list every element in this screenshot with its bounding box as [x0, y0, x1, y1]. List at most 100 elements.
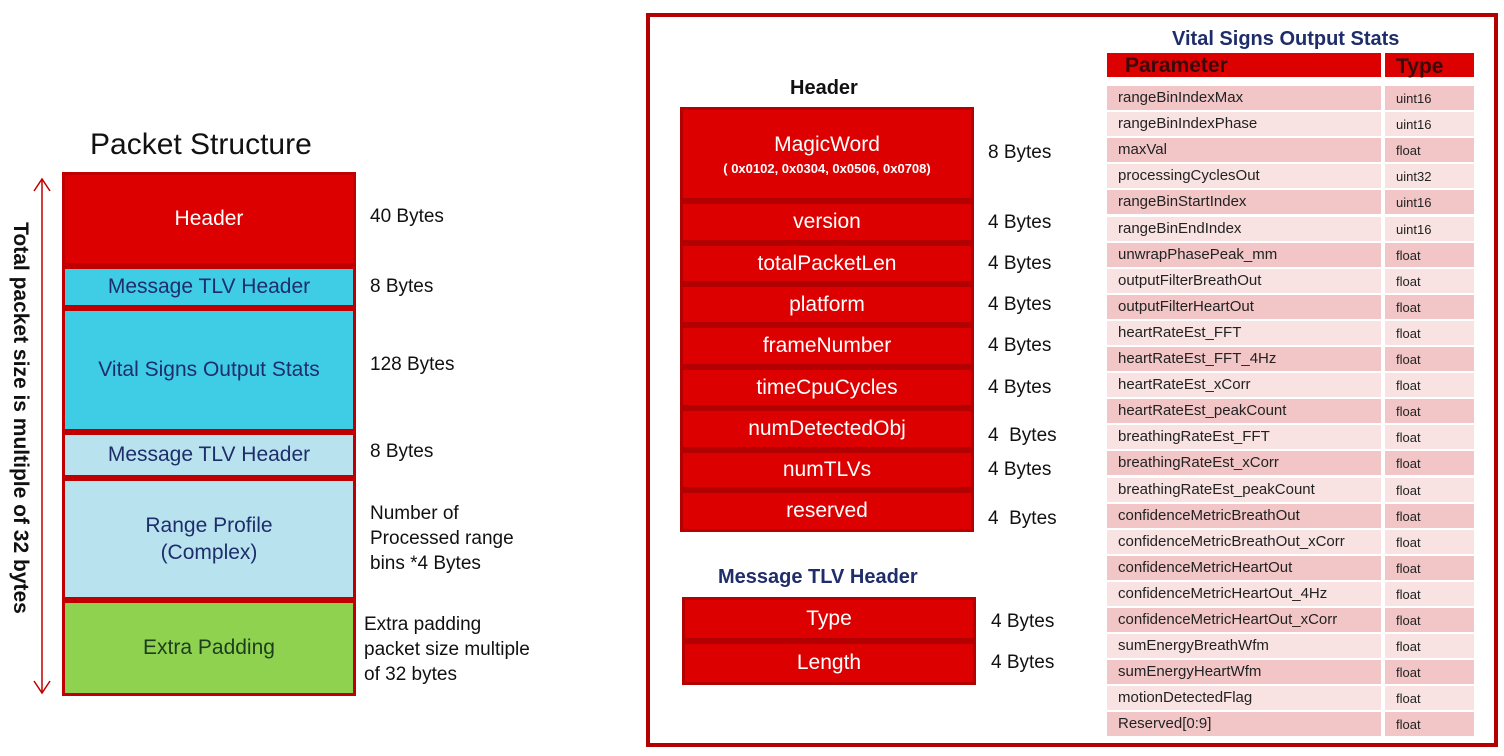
table-cell-parameter: breathingRateEst_FFT — [1107, 425, 1381, 449]
table-cell-parameter: motionDetectedFlag — [1107, 686, 1381, 710]
header-title: Header — [790, 77, 858, 99]
table-cell-type: float — [1385, 451, 1474, 475]
table-cell-type: uint32 — [1385, 164, 1474, 188]
stats-table-title: Vital Signs Output Stats — [1172, 28, 1400, 50]
block-label: Message TLV Header — [107, 275, 311, 298]
field-totalpacketlen: totalPacketLen — [680, 243, 974, 284]
field-reserved: reserved — [680, 490, 974, 532]
field-numdetectedobj: numDetectedObj — [680, 408, 974, 450]
field-sub-label: ( 0x0102, 0x0304, 0x0506, 0x0708) — [723, 160, 931, 176]
table-cell-parameter: sumEnergyHeartWfm — [1107, 660, 1381, 684]
table-cell-parameter: maxVal — [1107, 138, 1381, 162]
size-line: Extra padding — [364, 614, 482, 635]
field-magicword: MagicWord ( 0x0102, 0x0304, 0x0506, 0x07… — [680, 107, 974, 201]
table-cell-type: float — [1385, 425, 1474, 449]
field-size: 4 Bytes — [988, 253, 1052, 274]
table-cell-parameter: rangeBinIndexPhase — [1107, 112, 1381, 136]
table-cell-parameter: confidenceMetricHeartOut_4Hz — [1107, 582, 1381, 606]
table-cell-type: float — [1385, 712, 1474, 736]
table-cell-type: uint16 — [1385, 112, 1474, 136]
block-range-profile: Range Profile (Complex) — [62, 478, 356, 600]
field-size: 4 Bytes — [991, 611, 1055, 632]
field-size: 4 Bytes — [988, 377, 1052, 398]
tlv-header-title: Message TLV Header — [718, 566, 918, 588]
block-label: Extra Padding — [143, 636, 275, 659]
column-header-type: Type — [1385, 53, 1474, 78]
table-cell-parameter: heartRateEst_xCorr — [1107, 373, 1381, 397]
block-size: 128 Bytes — [370, 354, 455, 375]
table-cell-type: float — [1385, 556, 1474, 580]
size-line: packet size multiple — [364, 639, 530, 660]
field-label: Length — [796, 651, 862, 674]
field-label: totalPacketLen — [757, 251, 897, 275]
packet-structure-title: Packet Structure — [90, 128, 312, 161]
table-cell-parameter: rangeBinEndIndex — [1107, 217, 1381, 241]
size-double-arrow — [33, 177, 51, 695]
table-cell-type: float — [1385, 321, 1474, 345]
field-label: numTLVs — [782, 458, 872, 481]
block-size: 8 Bytes — [370, 441, 434, 462]
field-size: 4 Bytes — [991, 652, 1055, 673]
table-cell-type: float — [1385, 686, 1474, 710]
field-framenumber: frameNumber — [680, 325, 974, 367]
block-label: (Complex) — [160, 541, 258, 564]
table-cell-parameter: confidenceMetricHeartOut_xCorr — [1107, 608, 1381, 632]
table-cell-type: float — [1385, 660, 1474, 684]
field-label: numDetectedObj — [748, 417, 906, 440]
field-size: 4 Bytes — [988, 508, 1057, 529]
table-cell-parameter: breathingRateEst_peakCount — [1107, 478, 1381, 502]
table-cell-parameter: breathingRateEst_xCorr — [1107, 451, 1381, 475]
table-cell-type: uint16 — [1385, 86, 1474, 110]
table-cell-type: uint16 — [1385, 190, 1474, 214]
table-cell-type: uint16 — [1385, 217, 1474, 241]
table-cell-type: float — [1385, 347, 1474, 371]
table-cell-parameter: processingCyclesOut — [1107, 164, 1381, 188]
block-label: Range Profile — [145, 514, 273, 537]
field-size: 4 Bytes — [988, 212, 1052, 233]
table-cell-parameter: Reserved[0:9] — [1107, 712, 1381, 736]
field-label: platform — [789, 292, 865, 316]
size-line: Number of — [370, 503, 459, 524]
table-cell-parameter: rangeBinIndexMax — [1107, 86, 1381, 110]
table-cell-parameter: unwrapPhasePeak_mm — [1107, 243, 1381, 267]
table-cell-type: float — [1385, 608, 1474, 632]
table-cell-type: float — [1385, 138, 1474, 162]
field-label: Type — [806, 607, 852, 630]
size-line: of 32 bytes — [364, 664, 457, 685]
field-label: version — [793, 210, 861, 233]
table-cell-type: float — [1385, 269, 1474, 293]
table-cell-type: float — [1385, 478, 1474, 502]
field-numtlvs: numTLVs — [680, 450, 974, 490]
table-cell-parameter: confidenceMetricHeartOut — [1107, 556, 1381, 580]
field-type: Type — [682, 597, 976, 641]
field-size: 4 Bytes — [988, 335, 1052, 356]
table-cell-parameter: confidenceMetricBreathOut — [1107, 504, 1381, 528]
block-size-padding: Extra padding packet size multiple of 32… — [364, 612, 530, 687]
field-size: 4 Bytes — [988, 459, 1052, 480]
table-cell-parameter: outputFilterBreathOut — [1107, 269, 1381, 293]
block-header: Header — [62, 172, 356, 266]
table-cell-type: float — [1385, 373, 1474, 397]
field-size: 4 Bytes — [988, 425, 1057, 446]
field-label: timeCpuCycles — [756, 375, 898, 399]
block-size-range-profile: Number of Processed range bins *4 Bytes — [370, 501, 514, 576]
size-line: Processed range — [370, 528, 514, 549]
table-cell-parameter: heartRateEst_FFT — [1107, 321, 1381, 345]
table-cell-type: float — [1385, 399, 1474, 423]
column-header-parameter: Parameter — [1107, 53, 1381, 77]
table-cell-type: float — [1385, 582, 1474, 606]
table-cell-parameter: heartRateEst_peakCount — [1107, 399, 1381, 423]
field-label: frameNumber — [762, 334, 892, 357]
size-line: bins *4 Bytes — [370, 553, 481, 574]
block-label: Message TLV Header — [107, 443, 311, 466]
block-vital-signs-stats: Vital Signs Output Stats — [62, 308, 356, 432]
field-label: MagicWord — [774, 132, 880, 156]
table-cell-type: float — [1385, 243, 1474, 267]
block-size: 40 Bytes — [370, 206, 444, 227]
table-cell-parameter: outputFilterHeartOut — [1107, 295, 1381, 319]
table-cell-type: float — [1385, 634, 1474, 658]
block-extra-padding: Extra Padding — [62, 600, 356, 696]
field-length: Length — [682, 641, 976, 685]
table-cell-type: float — [1385, 530, 1474, 554]
field-version: version — [680, 201, 974, 243]
